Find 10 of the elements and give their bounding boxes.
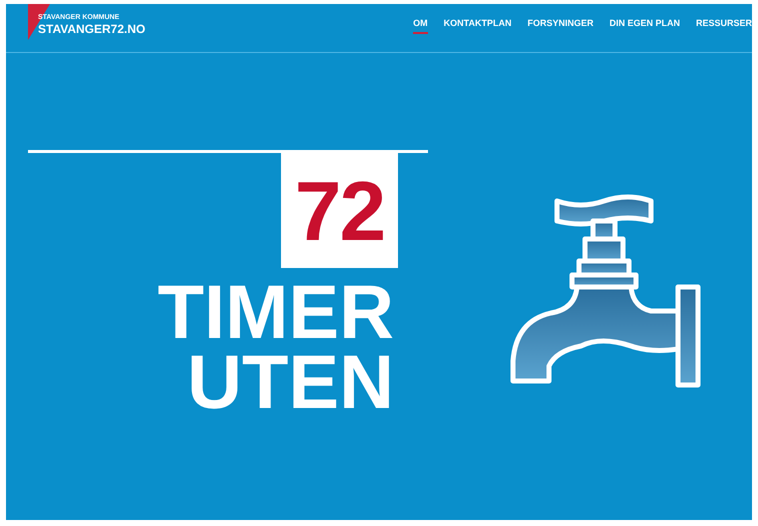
- nav-link[interactable]: DIN EGEN PLAN: [609, 17, 680, 34]
- nav-link[interactable]: KONTAKTPLAN: [444, 17, 512, 34]
- nav-link[interactable]: OM: [413, 17, 428, 34]
- site-logo-link[interactable]: STAVANGER72.NO: [38, 22, 146, 36]
- headline: TIMER: [158, 278, 394, 348]
- headline: UTEN: [187, 348, 394, 418]
- hours-number: 72: [294, 168, 384, 252]
- nav-link[interactable]: FORSYNINGER: [527, 17, 594, 34]
- nav-link[interactable]: RESSURSER: [696, 17, 752, 34]
- faucet-icon: [510, 194, 700, 388]
